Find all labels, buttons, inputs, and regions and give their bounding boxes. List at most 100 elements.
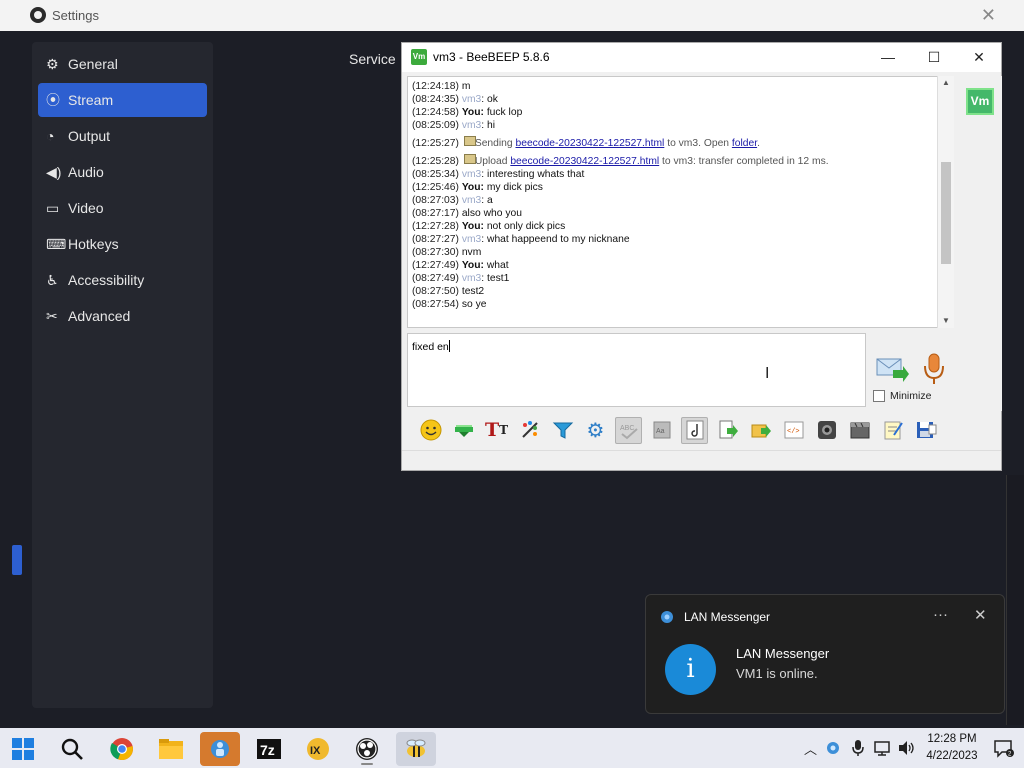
svg-text:7z: 7z — [260, 742, 275, 758]
sidebar-item-advanced[interactable]: ✂ Advanced — [38, 299, 207, 333]
lan-messenger-tray-icon[interactable] — [826, 741, 840, 755]
chevron-up-icon[interactable]: ︿ — [804, 739, 818, 758]
send-file-icon[interactable] — [714, 417, 741, 444]
settings-gear-icon[interactable]: ⚙ — [582, 417, 609, 444]
message-timestamp: (08:27:50) — [412, 286, 459, 297]
file-link[interactable]: beecode-20230422-122527.html — [510, 156, 659, 167]
notification-center-icon[interactable]: 2 — [994, 740, 1014, 758]
chat-message: (08:27:27) vm3: what happeend to my nick… — [412, 234, 630, 245]
taskbar-clock[interactable]: 12:28 PM 4/22/2023 — [920, 731, 984, 765]
message-timestamp: (08:27:30) — [412, 247, 459, 258]
smiley-icon[interactable] — [417, 417, 444, 444]
minimize-checkbox-row[interactable]: Minimize — [873, 390, 931, 402]
message-sender[interactable]: vm3 — [462, 234, 481, 245]
network-icon[interactable] — [874, 740, 892, 756]
message-text: : ok — [481, 94, 498, 105]
taskbar-chrome[interactable] — [102, 732, 142, 766]
message-sender: You: — [461, 107, 484, 118]
maximize-window-button[interactable]: ☐ — [911, 46, 957, 70]
user-avatar[interactable]: Vm — [966, 88, 994, 115]
music-note-icon[interactable] — [681, 416, 708, 444]
screenshot-icon[interactable] — [813, 417, 840, 444]
chat-history[interactable]: ·· · · ·· ·· · · · · · · (12:24:18) m (08… — [407, 76, 954, 328]
taskbar-7zip[interactable]: 7z — [249, 732, 289, 766]
obs-close-button[interactable]: ✕ — [981, 5, 996, 26]
text-cursor-icon: I — [765, 365, 770, 382]
sidebar-item-stream[interactable]: ⦿ Stream — [38, 83, 207, 117]
obs-window-title: Settings — [52, 8, 99, 23]
dictionary-icon[interactable]: Aa — [648, 417, 675, 444]
scrollbar-thumb[interactable] — [941, 162, 951, 264]
taskbar-lan-messenger[interactable] — [200, 732, 240, 766]
message-sender[interactable]: vm3 — [462, 94, 481, 105]
message-sender[interactable]: vm3 — [462, 273, 481, 284]
file-link[interactable]: beecode-20230422-122527.html — [515, 138, 664, 149]
message-timestamp: (12:25:28) — [412, 156, 459, 167]
more-options-icon[interactable]: ··· — [933, 606, 948, 623]
notification-toast[interactable]: LAN Messenger ··· ✕ i LAN Messenger VM1 … — [645, 594, 1005, 714]
text-caret — [448, 340, 450, 352]
sidebar-item-output[interactable]: ◔ Output — [38, 119, 207, 153]
taskbar-file-explorer[interactable] — [151, 732, 191, 766]
filter-icon[interactable] — [549, 417, 576, 444]
sidebar-item-audio[interactable]: ◀) Audio — [38, 155, 207, 189]
windows-logo-icon — [12, 738, 34, 760]
message-input[interactable]: fixed en I — [407, 333, 866, 407]
chat-message: (08:27:17) also who you — [412, 208, 522, 219]
message-sender[interactable]: vm3 — [462, 120, 481, 131]
start-button[interactable] — [3, 732, 43, 766]
message-text: m — [461, 81, 471, 92]
message-sender[interactable]: vm3 — [462, 169, 481, 180]
chat-message: (08:25:34) vm3: interesting whats that — [412, 169, 584, 180]
sidebar-item-label: General — [68, 56, 118, 72]
spellcheck-icon[interactable]: ABC — [615, 416, 642, 444]
chat-message: (08:27:03) vm3: a — [412, 195, 493, 206]
sidebar-item-video[interactable]: ▭ Video — [38, 191, 207, 225]
chat-message: (12:27:49) You: what — [412, 260, 509, 271]
highlighter-icon[interactable] — [450, 417, 477, 444]
sidebar-item-accessibility[interactable]: ♿ Accessibility — [38, 263, 207, 297]
close-window-button[interactable]: ✕ — [956, 46, 1002, 70]
scroll-up-arrow-icon[interactable]: ▲ — [938, 76, 954, 90]
font-icon[interactable]: TT — [483, 417, 510, 444]
beebeep-statusbar — [402, 450, 1001, 470]
microphone-icon[interactable] — [852, 739, 864, 757]
taskbar-beebeep[interactable] — [396, 732, 436, 766]
message-timestamp: (08:27:49) — [412, 273, 459, 284]
voice-message-button[interactable] — [921, 352, 947, 386]
scroll-down-arrow-icon[interactable]: ▼ — [938, 314, 954, 328]
minimize-checkbox[interactable] — [873, 390, 885, 402]
message-timestamp: (08:25:09) — [412, 120, 459, 131]
color-palette-icon[interactable] — [516, 417, 543, 444]
open-folder-link[interactable]: folder — [732, 138, 757, 149]
send-folder-icon[interactable] — [747, 417, 774, 444]
send-message-button[interactable] — [875, 354, 909, 384]
message-timestamp: (08:27:54) — [412, 299, 459, 310]
film-icon[interactable] — [846, 417, 873, 444]
sidebar-item-hotkeys[interactable]: ⌨ Hotkeys — [38, 227, 207, 261]
search-button[interactable] — [52, 732, 92, 766]
code-icon[interactable]: </> — [780, 417, 807, 444]
taskbar-obs[interactable] — [347, 732, 387, 766]
minimize-window-button[interactable]: — — [865, 46, 911, 70]
info-icon: i — [665, 644, 716, 695]
message-sender: You: — [461, 221, 484, 232]
message-sender[interactable]: vm3 — [462, 195, 481, 206]
toast-close-button[interactable]: ✕ — [974, 606, 987, 624]
chat-scrollbar[interactable]: ▲ ▼ — [937, 76, 954, 328]
file-transfer-text: to vm3: transfer completed in 12 ms. — [659, 156, 829, 167]
tools-icon: ✂ — [46, 307, 58, 324]
volume-icon[interactable] — [898, 740, 916, 756]
obs-logo-icon — [30, 7, 46, 23]
file-transfer-icon — [462, 136, 476, 146]
gear-icon: ⚙ — [46, 55, 59, 72]
sidebar-item-general[interactable]: ⚙ General — [38, 47, 207, 81]
sidebar-item-label: Hotkeys — [68, 236, 119, 252]
lan-messenger-icon — [211, 740, 229, 758]
svg-text:Aa: Aa — [656, 428, 665, 435]
chat-message: (12:25:28) Upload beecode-20230422-12252… — [412, 154, 829, 167]
notes-icon[interactable] — [879, 417, 906, 444]
clock-time: 12:28 PM — [927, 733, 977, 745]
taskbar-ix-app[interactable]: IX — [298, 732, 338, 766]
save-icon[interactable] — [912, 417, 939, 444]
